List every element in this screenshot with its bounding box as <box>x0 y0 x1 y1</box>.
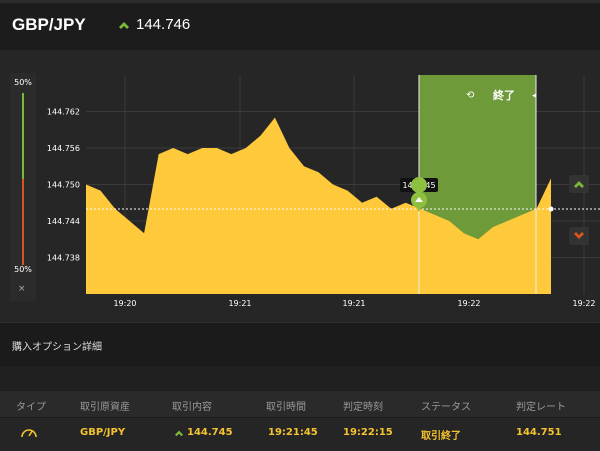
pair-title: GBP/JPY <box>12 15 86 34</box>
th-type: タイプ <box>16 402 46 413</box>
ratio-meter: 50% 50% × <box>10 73 36 301</box>
th-content: 取引内容 <box>172 402 212 413</box>
section-title: 購入オプション詳細 <box>12 342 102 353</box>
th-judge-time: 判定時刻 <box>343 402 383 413</box>
td-judge-rate: 144.751 <box>516 427 562 438</box>
meter-down-bar <box>22 179 24 265</box>
y-tick-label: 144.750 <box>47 181 80 190</box>
x-tick-label: 19:21 <box>228 299 251 308</box>
x-tick-label: 19:20 <box>113 299 136 308</box>
meter-top-label: 50% <box>14 78 32 87</box>
expiry-arrow-icon: ◂ <box>532 91 537 101</box>
th-trade-time: 取引時間 <box>266 402 306 413</box>
expiry-label: 終了 <box>493 88 515 102</box>
meter-bottom-label: 50% <box>14 265 32 274</box>
td-trade-time: 19:21:45 <box>268 427 318 438</box>
meter-up-bar <box>22 93 24 179</box>
current-rate: 144.746 <box>136 16 191 33</box>
x-tick-label: 19:22 <box>457 299 480 308</box>
y-tick-label: 144.738 <box>47 254 80 263</box>
td-content: 144.745 <box>187 427 233 438</box>
th-judge-rate: 判定レート <box>516 402 566 413</box>
header: GBP/JPY 144.746 <box>0 0 600 50</box>
up-arrow-icon <box>119 22 129 29</box>
y-tick-label: 144.744 <box>47 217 80 226</box>
th-asset: 取引原資産 <box>80 402 130 413</box>
x-tick-label: 19:21 <box>342 299 365 308</box>
y-tick-label: 144.756 <box>47 144 80 153</box>
td-judge-time: 19:22:15 <box>343 427 393 438</box>
down-arrow-icon <box>574 232 584 239</box>
price-chart[interactable]: 144.738 144.744 144.750 144.756 144.762 19:2… <box>0 50 600 322</box>
th-status: ステータス <box>421 402 471 413</box>
x-tick-label: 19:22 <box>572 299 595 308</box>
up-arrow-icon <box>574 181 584 188</box>
low-button[interactable] <box>569 227 589 245</box>
close-icon[interactable]: × <box>18 284 26 294</box>
y-tick-label: 144.762 <box>47 108 80 117</box>
high-button[interactable] <box>569 175 589 193</box>
td-asset: GBP/JPY <box>80 427 126 438</box>
gauge-icon <box>21 429 37 438</box>
current-rate-dot <box>548 206 554 212</box>
up-arrow-icon <box>175 430 183 437</box>
history-icon: ⟲ <box>466 90 475 101</box>
td-status: 取引終了 <box>421 431 461 442</box>
